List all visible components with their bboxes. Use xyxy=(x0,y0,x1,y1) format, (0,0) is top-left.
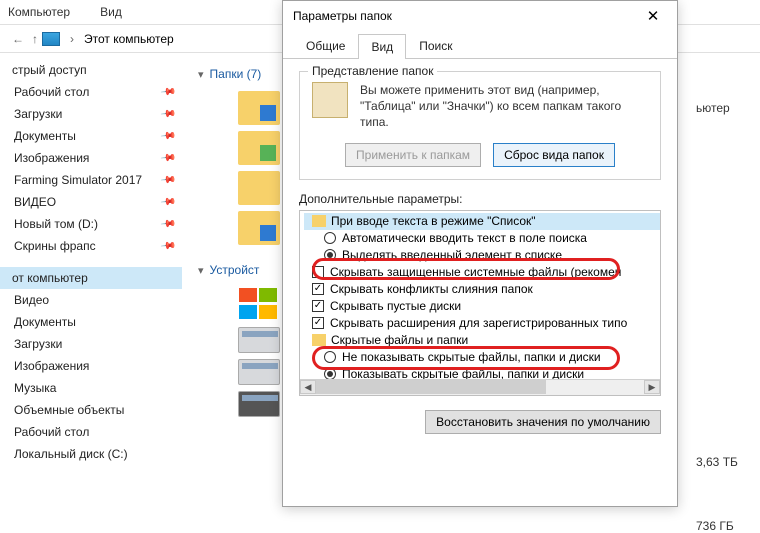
sidebar-volume-d[interactable]: Новый том (D:)📌 xyxy=(0,213,182,235)
tab-search[interactable]: Поиск xyxy=(406,33,465,58)
pin-icon: 📌 xyxy=(159,84,176,100)
back-icon[interactable]: ← xyxy=(12,32,24,46)
apply-to-folders-button[interactable]: Применить к папкам xyxy=(345,143,481,167)
tree-opt-select-typed[interactable]: Выделять введенный элемент в списке xyxy=(304,247,660,264)
group-description: Вы можете применить этот вид (например, … xyxy=(312,82,648,131)
folder-icon xyxy=(312,334,326,346)
group-legend: Представление папок xyxy=(308,64,437,78)
tree-chk-hide-merge[interactable]: Скрывать конфликты слияния папок xyxy=(304,281,660,298)
computer-icon xyxy=(42,32,60,46)
horizontal-scrollbar[interactable]: ◀ ▶ xyxy=(300,379,660,395)
sidebar-this-pc[interactable]: от компьютер xyxy=(0,267,182,289)
folder-icon xyxy=(238,131,280,165)
dialog-tabs: Общие Вид Поиск xyxy=(283,33,677,59)
sidebar-pc-documents[interactable]: Документы xyxy=(0,311,182,333)
sidebar-pc-3d[interactable]: Объемные объекты xyxy=(0,399,182,421)
sidebar-pc-disk-c[interactable]: Локальный диск (C:) xyxy=(0,443,182,465)
pin-icon: 📌 xyxy=(159,128,176,144)
pin-icon: 📌 xyxy=(159,216,176,232)
folder-icon xyxy=(312,215,326,227)
radio-icon[interactable] xyxy=(324,232,336,244)
sidebar-fraps[interactable]: Скрины фрапс📌 xyxy=(0,235,182,257)
tab-general[interactable]: Общие xyxy=(293,33,358,58)
checkbox-icon[interactable] xyxy=(312,283,324,295)
tree-opt-dont-show-hidden[interactable]: Не показывать скрытые файлы, папки и дис… xyxy=(304,349,660,366)
tree-group-hidden[interactable]: Скрытые файлы и папки xyxy=(304,332,660,349)
tree-chk-hide-ext[interactable]: Скрывать расширения для зарегистрированн… xyxy=(304,315,660,332)
reset-folders-button[interactable]: Сброс вида папок xyxy=(493,143,615,167)
scroll-right-icon[interactable]: ▶ xyxy=(644,380,660,394)
sidebar-documents[interactable]: Документы📌 xyxy=(0,125,182,147)
pin-icon: 📌 xyxy=(159,172,176,188)
pin-icon: 📌 xyxy=(159,194,176,210)
radio-icon[interactable] xyxy=(324,249,336,261)
chevron-right-icon: › xyxy=(70,32,74,46)
chevron-down-icon: ▾ xyxy=(198,68,204,81)
scroll-left-icon[interactable]: ◀ xyxy=(300,380,316,394)
advanced-settings-tree[interactable]: При вводе текста в режиме "Список" Автом… xyxy=(299,210,661,396)
checkbox-icon[interactable] xyxy=(312,266,324,278)
sidebar-pc-desktop[interactable]: Рабочий стол xyxy=(0,421,182,443)
folder-icon xyxy=(238,91,280,125)
scroll-thumb[interactable] xyxy=(316,380,546,394)
dvd-icon xyxy=(238,391,280,417)
chevron-down-icon: ▾ xyxy=(198,264,204,277)
sidebar-pc-music[interactable]: Музыка xyxy=(0,377,182,399)
size-label: 736 ГБ xyxy=(692,519,760,533)
navigation-sidebar: стрый доступ Рабочий стол📌 Загрузки📌 Док… xyxy=(0,53,182,507)
drive-icon xyxy=(238,359,280,385)
folder-icon xyxy=(238,211,280,245)
tree-chk-hide-protected[interactable]: Скрывать защищенные системные файлы (рек… xyxy=(304,264,660,281)
sidebar-pc-video[interactable]: Видео xyxy=(0,289,182,311)
sidebar-pc-pictures[interactable]: Изображения xyxy=(0,355,182,377)
sidebar-farming[interactable]: Farming Simulator 2017📌 xyxy=(0,169,182,191)
menu-computer[interactable]: Компьютер xyxy=(8,5,70,19)
tree-opt-auto-type[interactable]: Автоматически вводить текст в поле поиск… xyxy=(304,230,660,247)
windows-icon xyxy=(238,287,280,321)
restore-defaults-button[interactable]: Восстановить значения по умолчанию xyxy=(425,410,661,434)
sidebar-pictures[interactable]: Изображения📌 xyxy=(0,147,182,169)
partial-text: ьютер xyxy=(692,101,760,115)
sidebar-pc-downloads[interactable]: Загрузки xyxy=(0,333,182,355)
breadcrumb[interactable]: Этот компьютер xyxy=(78,30,180,48)
pin-icon: 📌 xyxy=(159,238,176,254)
advanced-label: Дополнительные параметры: xyxy=(299,192,661,206)
tree-chk-hide-empty[interactable]: Скрывать пустые диски xyxy=(304,298,660,315)
checkbox-icon[interactable] xyxy=(312,317,324,329)
menu-view[interactable]: Вид xyxy=(100,5,122,19)
tab-view[interactable]: Вид xyxy=(358,34,406,59)
sidebar-downloads[interactable]: Загрузки📌 xyxy=(0,103,182,125)
pin-icon: 📌 xyxy=(159,106,176,122)
radio-icon[interactable] xyxy=(324,351,336,363)
drive-icon xyxy=(238,327,280,353)
size-label: 3,63 ТБ xyxy=(692,455,760,469)
sidebar-video[interactable]: ВИДЕО📌 xyxy=(0,191,182,213)
folder-icon xyxy=(238,171,280,205)
pin-icon: 📌 xyxy=(159,150,176,166)
close-button[interactable]: ✕ xyxy=(639,7,667,25)
dialog-title: Параметры папок xyxy=(293,9,392,23)
folder-options-dialog: Параметры папок ✕ Общие Вид Поиск Предст… xyxy=(282,0,678,507)
right-column: ьютер 3,63 ТБ 736 ГБ xyxy=(692,53,760,507)
folder-views-group: Представление папок Вы можете применить … xyxy=(299,71,661,180)
checkbox-icon[interactable] xyxy=(312,300,324,312)
folder-preview-icon xyxy=(312,82,348,118)
up-icon[interactable]: ↑ xyxy=(32,32,38,46)
sidebar-desktop[interactable]: Рабочий стол📌 xyxy=(0,81,182,103)
tree-group-typing[interactable]: При вводе текста в режиме "Список" xyxy=(304,213,660,230)
quick-access[interactable]: стрый доступ xyxy=(0,59,182,81)
